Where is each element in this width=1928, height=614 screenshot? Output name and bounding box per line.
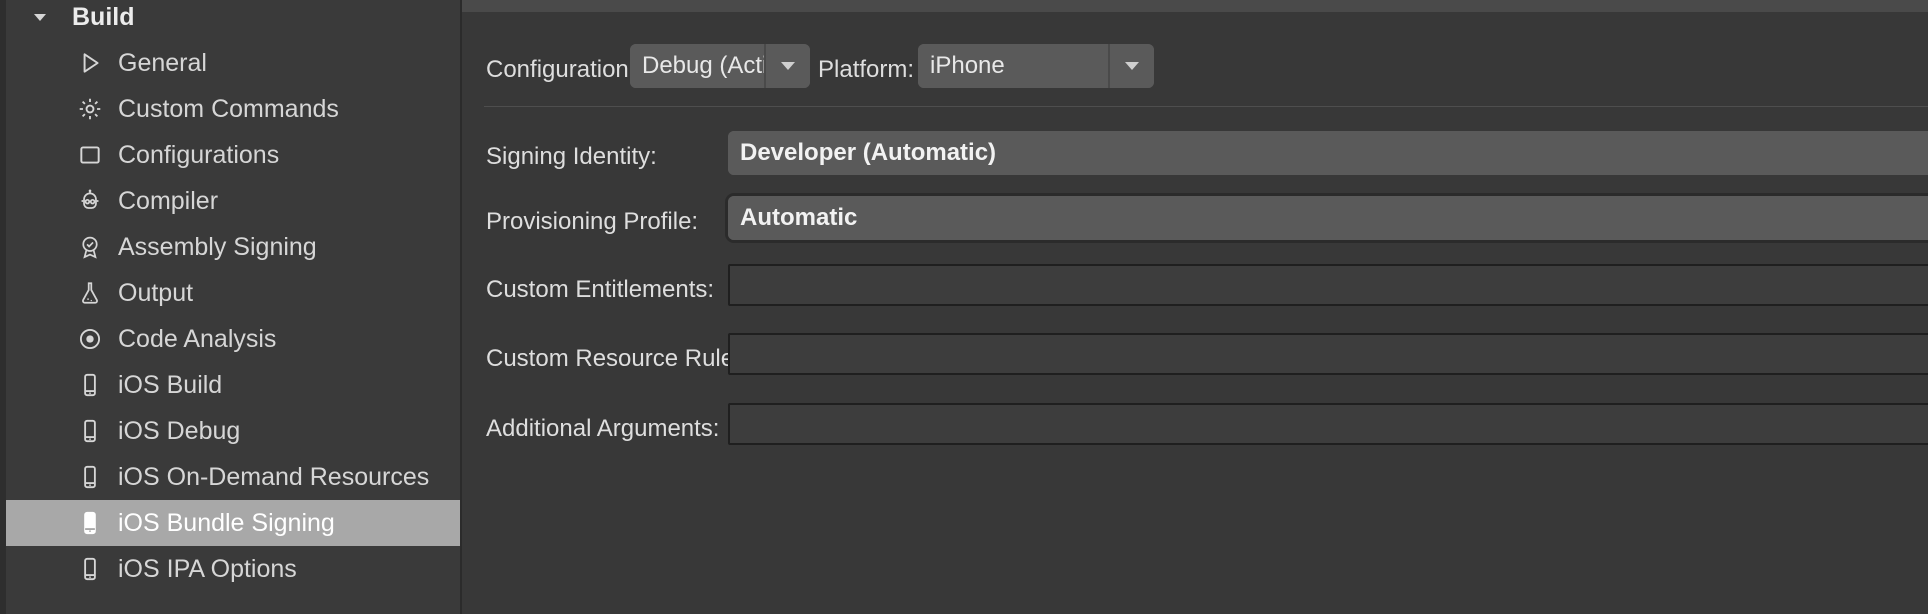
- panel-top-strip: [462, 0, 1928, 12]
- sidebar-item-ios-debug[interactable]: iOS Debug: [6, 408, 460, 454]
- configuration-label: Configuration:: [486, 58, 635, 82]
- provisioning-profile-value: Automatic: [728, 196, 1928, 240]
- sidebar-item-ios-bundle-signing[interactable]: iOS Bundle Signing: [6, 500, 460, 546]
- configuration-dropdown[interactable]: Debug (Active): [630, 44, 810, 88]
- settings-sidebar: Main Settings Build: [0, 0, 460, 614]
- provisioning-profile-label: Provisioning Profile:: [486, 210, 698, 234]
- ios-bundle-signing-panel: Configuration: Debug (Active) Platform: …: [460, 0, 1928, 614]
- sidebar-item-ios-on-demand-resources[interactable]: iOS On-Demand Resources: [6, 454, 460, 500]
- sidebar-item-general[interactable]: General: [6, 40, 460, 86]
- sidebar-item-label: Compiler: [118, 189, 218, 214]
- platform-dropdown[interactable]: iPhone: [918, 44, 1154, 88]
- sidebar-item-configurations[interactable]: Configurations: [6, 132, 460, 178]
- phone-icon: [72, 510, 108, 536]
- sidebar-item-label: Configurations: [118, 143, 279, 168]
- sidebar-item-label: Custom Commands: [118, 97, 339, 122]
- play-outline-icon: [72, 50, 108, 76]
- preferences-window: Main Settings Build: [0, 0, 1928, 614]
- sidebar-tree[interactable]: Main Settings Build: [6, 0, 460, 614]
- sidebar-item-label: Code Analysis: [118, 327, 276, 352]
- platform-label: Platform:: [818, 58, 914, 82]
- custom-resource-rules-label: Custom Resource Rules:: [486, 347, 753, 371]
- phone-icon: [72, 464, 108, 490]
- custom-resource-rules-input[interactable]: [728, 333, 1928, 375]
- panel-body: Configuration: Debug (Active) Platform: …: [462, 12, 1928, 614]
- sidebar-item-custom-commands[interactable]: Custom Commands: [6, 86, 460, 132]
- signing-identity-value: Developer (Automatic): [728, 131, 1928, 175]
- signing-identity-label: Signing Identity:: [486, 145, 657, 169]
- sidebar-item-label: iOS Build: [118, 373, 222, 398]
- sidebar-item-assembly-signing[interactable]: Assembly Signing: [6, 224, 460, 270]
- sidebar-item-label: iOS IPA Options: [118, 557, 297, 582]
- signing-identity-dropdown[interactable]: Developer (Automatic): [728, 131, 1928, 175]
- panel-separator: [484, 106, 1928, 107]
- square-icon: [72, 142, 108, 168]
- robot-icon: [72, 188, 108, 214]
- custom-entitlements-label: Custom Entitlements:: [486, 278, 714, 302]
- phone-icon: [72, 556, 108, 582]
- chevron-down-icon[interactable]: [24, 8, 56, 26]
- badge-check-icon: [72, 234, 108, 260]
- flask-icon: [72, 280, 108, 306]
- configuration-value: Debug (Active): [630, 44, 764, 88]
- sidebar-item-ios-build[interactable]: iOS Build: [6, 362, 460, 408]
- phone-icon: [72, 418, 108, 444]
- sidebar-item-ios-ipa-options[interactable]: iOS IPA Options: [6, 546, 460, 592]
- provisioning-profile-dropdown[interactable]: Automatic: [728, 196, 1928, 240]
- additional-arguments-input[interactable]: [728, 403, 1928, 445]
- sidebar-item-label: iOS Debug: [118, 419, 240, 444]
- sidebar-item-label: Assembly Signing: [118, 235, 317, 260]
- sidebar-item-label: iOS On-Demand Resources: [118, 465, 429, 490]
- sidebar-item-label: General: [118, 51, 207, 76]
- custom-entitlements-input[interactable]: [728, 264, 1928, 306]
- phone-icon: [72, 372, 108, 398]
- sidebar-item-code-analysis[interactable]: Code Analysis: [6, 316, 460, 362]
- chevron-down-icon[interactable]: [1108, 44, 1154, 88]
- chevron-down-icon[interactable]: [764, 44, 810, 88]
- sidebar-item-label: iOS Bundle Signing: [118, 511, 335, 536]
- sidebar-item-compiler[interactable]: Compiler: [6, 178, 460, 224]
- target-icon: [72, 326, 108, 352]
- additional-arguments-label: Additional Arguments:: [486, 417, 719, 441]
- sidebar-group-build[interactable]: Build: [6, 0, 460, 40]
- sidebar-item-label: Output: [118, 281, 193, 306]
- gear-icon: [72, 96, 108, 122]
- sidebar-group-label: Build: [72, 5, 135, 30]
- platform-value: iPhone: [918, 44, 1108, 88]
- sidebar-item-output[interactable]: Output: [6, 270, 460, 316]
